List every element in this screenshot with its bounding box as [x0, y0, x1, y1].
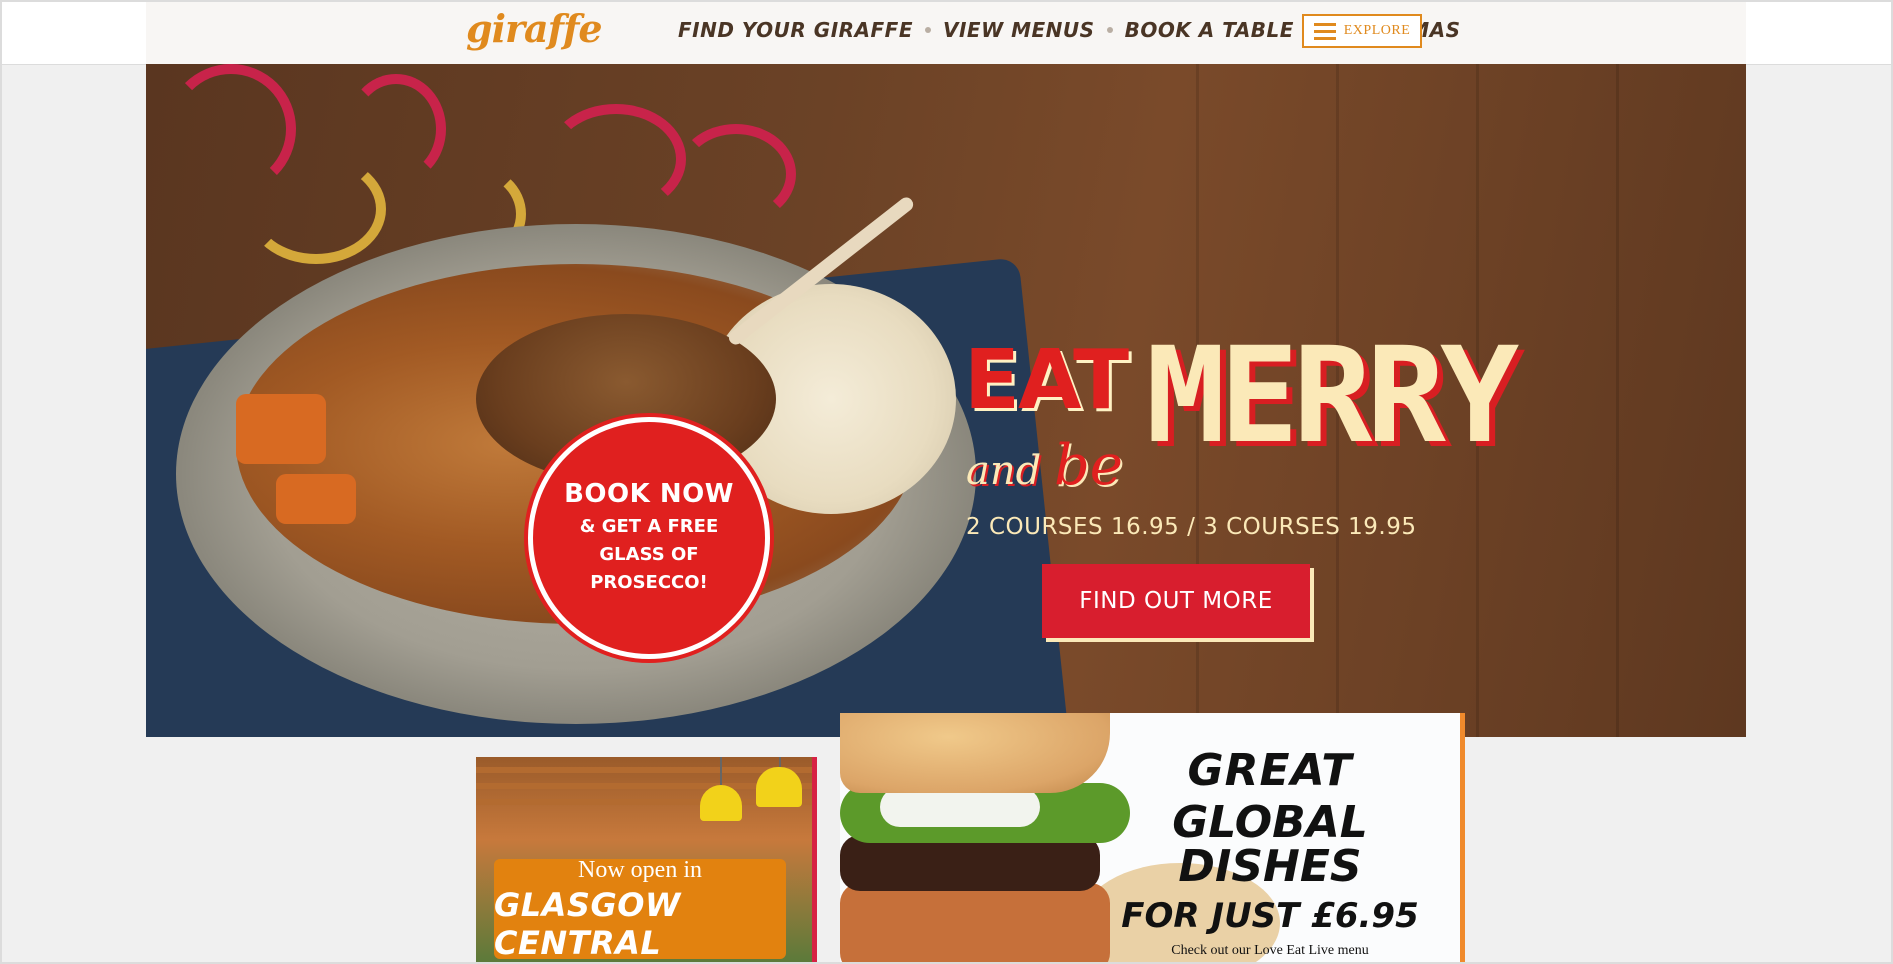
nav-book-a-table[interactable]: BOOK A TABLE — [1125, 18, 1294, 42]
nav-separator — [925, 27, 932, 33]
glasgow-top-text: Now open in — [578, 856, 702, 883]
book-now-title: BOOK NOW — [564, 479, 734, 509]
giraffe-logo[interactable]: giraffe — [466, 6, 603, 51]
headline-be: be — [1053, 433, 1123, 498]
squash — [276, 474, 356, 524]
headline-and-be: and be — [966, 438, 1123, 494]
glasgow-promo[interactable]: Now open in GLASGOW CENTRAL — [476, 757, 817, 964]
burger-patty — [840, 835, 1100, 891]
courses-price: 2 COURSES 16.95 / 3 COURSES 19.95 — [966, 514, 1417, 540]
headline-eat: EAT — [964, 333, 1129, 428]
ribbon-decoration — [246, 154, 386, 264]
wood-grain — [1616, 64, 1619, 737]
ribbon-decoration — [676, 124, 796, 224]
burger-sauce — [880, 787, 1040, 827]
find-out-more-button[interactable]: FIND OUT MORE — [1042, 564, 1310, 638]
nav-view-menus[interactable]: VIEW MENUS — [943, 18, 1095, 42]
hero-banner[interactable]: BOOK NOW & GET A FREE GLASS OF PROSECCO!… — [146, 64, 1746, 737]
nav-find-your-giraffe[interactable]: FIND YOUR GIRAFFE — [678, 18, 913, 42]
global-dishes-promo[interactable]: GREAT GLOBAL DISHES FOR JUST £6.95 Check… — [840, 713, 1465, 964]
site-header: giraffe FIND YOUR GIRAFFE VIEW MENUS BOO… — [0, 0, 1893, 65]
headline-and: and — [966, 448, 1042, 494]
hamburger-icon — [1313, 22, 1336, 40]
explore-button[interactable]: EXPLORE — [1302, 14, 1422, 48]
burger-bun — [840, 713, 1110, 793]
nav-separator — [1106, 27, 1113, 33]
squash — [236, 394, 326, 464]
ribbon-decoration — [546, 104, 686, 214]
dishes-line-1: GREAT — [1187, 745, 1353, 796]
headline-merry: MERRY — [1146, 319, 1519, 473]
ceiling-beam — [476, 767, 812, 773]
explore-label: EXPLORE — [1343, 23, 1411, 38]
dishes-text: GREAT GLOBAL DISHES FOR JUST £6.95 Check… — [1100, 749, 1440, 959]
dishes-line-2: GLOBAL DISHES — [1172, 797, 1368, 892]
burger-chicken — [840, 883, 1110, 964]
glasgow-main-text: GLASGOW CENTRAL — [494, 885, 681, 962]
pendant-lamp — [756, 767, 802, 807]
book-now-badge[interactable]: BOOK NOW & GET A FREE GLASS OF PROSECCO! — [528, 417, 770, 659]
glasgow-badge: Now open in GLASGOW CENTRAL — [494, 856, 786, 962]
book-now-subtitle: & GET A FREE GLASS OF PROSECCO! — [579, 516, 719, 593]
pendant-lamp — [700, 785, 742, 821]
lamp-wire — [720, 757, 722, 787]
dishes-subtext: Check out our Love Eat Live menu — [1171, 943, 1369, 958]
dishes-line-3: FOR JUST £6.95 — [1121, 896, 1419, 936]
header-bar: giraffe FIND YOUR GIRAFFE VIEW MENUS BOO… — [146, 0, 1746, 64]
